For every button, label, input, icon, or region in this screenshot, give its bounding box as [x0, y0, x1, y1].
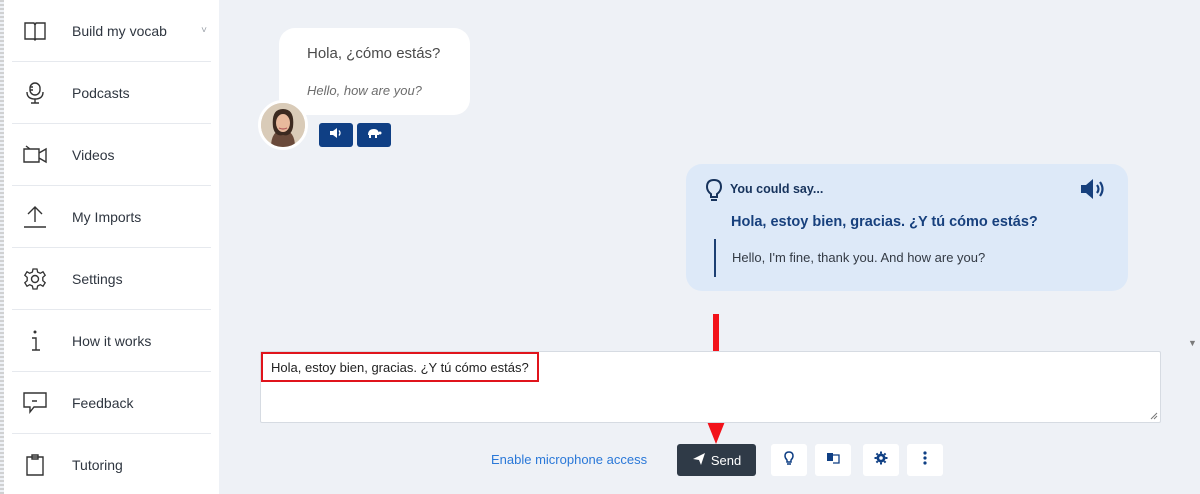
- sidebar-item-label: Videos: [72, 146, 115, 163]
- paper-plane-icon: [692, 452, 706, 469]
- suggestion-spanish: Hola, estoy bien, gracias. ¿Y tú cómo es…: [731, 214, 1038, 230]
- message-input[interactable]: Hola, estoy bien, gracias. ¿Y tú cómo es…: [260, 351, 1161, 423]
- suggestion-english: Hello, I'm fine, thank you. And how are …: [732, 250, 986, 265]
- suggestion-heading: You could say...: [730, 182, 824, 196]
- sidebar-item-label: Settings: [72, 270, 123, 287]
- sidebar-item-how-it-works[interactable]: How it works: [12, 310, 211, 372]
- lightbulb-icon: [705, 178, 723, 206]
- translate-icon: [826, 451, 840, 470]
- gear-icon: [22, 266, 48, 292]
- play-audio-button[interactable]: [319, 123, 353, 147]
- sidebar: Build my vocab ˅ Podcasts Videos My Impo…: [4, 0, 219, 494]
- sidebar-item-label: Tutoring: [72, 457, 123, 473]
- sidebar-item-build-my-vocab[interactable]: Build my vocab ˅: [12, 0, 211, 62]
- book-icon: [22, 18, 48, 44]
- microphone-icon: [22, 80, 48, 106]
- enable-microphone-link[interactable]: Enable microphone access: [491, 452, 647, 467]
- vertical-dots-icon: [923, 450, 927, 470]
- sidebar-item-label: Podcasts: [72, 84, 130, 101]
- send-button-label: Send: [710, 452, 742, 468]
- feedback-bubble-icon: [22, 390, 48, 416]
- sidebar-item-tutoring[interactable]: Tutoring: [12, 434, 211, 494]
- upload-icon: [22, 204, 48, 230]
- turtle-icon: [366, 126, 382, 144]
- lightbulb-icon: [784, 450, 794, 470]
- suggestion-speaker-icon[interactable]: [1080, 178, 1108, 205]
- message-input-value: Hola, estoy bien, gracias. ¿Y tú cómo es…: [261, 352, 539, 382]
- info-icon: [22, 328, 48, 354]
- sidebar-item-label: Feedback: [72, 394, 134, 411]
- sidebar-item-label: My Imports: [72, 208, 142, 225]
- sidebar-item-settings[interactable]: Settings: [12, 248, 211, 310]
- tutor-message-bubble: Hola, ¿cómo estás? Hello, how are you?: [279, 28, 470, 115]
- tutor-message-spanish: Hola, ¿cómo estás?: [307, 45, 441, 62]
- sidebar-item-label: How it works: [72, 332, 152, 349]
- speaker-icon: [329, 126, 343, 144]
- tutor-message-english: Hello, how are you?: [307, 83, 422, 98]
- more-options-button[interactable]: [907, 444, 943, 476]
- sidebar-item-videos[interactable]: Videos: [12, 124, 211, 186]
- quote-bar: [714, 239, 716, 277]
- send-button[interactable]: Send: [677, 444, 756, 476]
- sidebar-item-label: Build my vocab: [72, 22, 167, 39]
- slow-audio-button[interactable]: [357, 123, 391, 147]
- translate-button[interactable]: [815, 444, 851, 476]
- hint-button[interactable]: [771, 444, 807, 476]
- sidebar-item-podcasts[interactable]: Podcasts: [12, 62, 211, 124]
- chat-settings-button[interactable]: [863, 444, 899, 476]
- chevron-down-icon: ˅: [201, 25, 207, 36]
- resize-handle-icon[interactable]: [1150, 412, 1158, 420]
- clipboard-icon: [22, 452, 48, 478]
- sidebar-item-feedback[interactable]: Feedback: [12, 372, 211, 434]
- video-camera-icon: [22, 142, 48, 168]
- scroll-down-arrow-icon[interactable]: ▼: [1188, 338, 1197, 348]
- gear-icon: [874, 451, 888, 470]
- suggestion-card: You could say... Hola, estoy bien, graci…: [686, 164, 1128, 291]
- avatar: [258, 100, 308, 150]
- sidebar-item-my-imports[interactable]: My Imports: [12, 186, 211, 248]
